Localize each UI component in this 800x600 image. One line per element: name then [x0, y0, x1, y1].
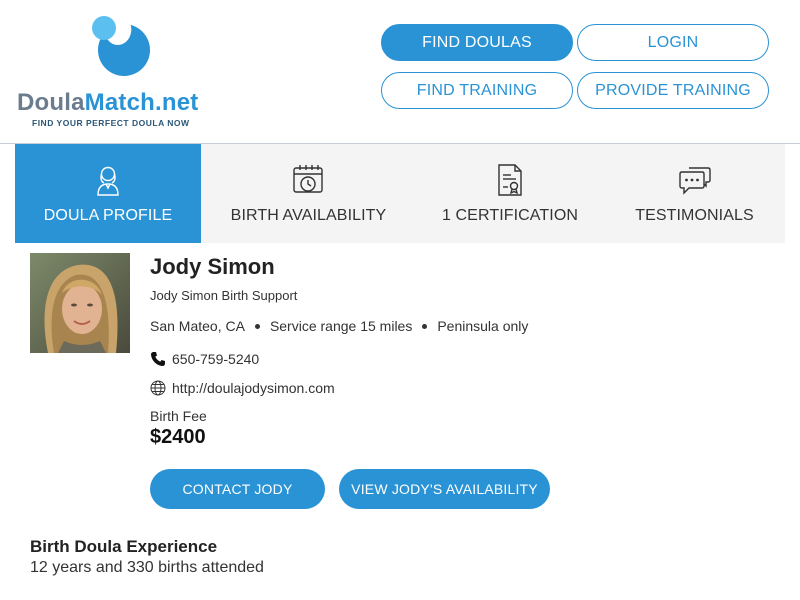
separator-dot — [422, 323, 428, 329]
separator-dot — [254, 323, 260, 329]
logo-tagline: FIND YOUR PERFECT DOULA NOW — [32, 118, 190, 128]
logo-wordmark: DoulaMatch.net — [17, 89, 198, 117]
experience-heading: Birth Doula Experience — [30, 537, 218, 556]
doula-name: Jody Simon — [150, 254, 275, 279]
find-training-button[interactable]: FIND TRAINING — [381, 72, 573, 109]
calendar-clock-icon — [292, 165, 323, 193]
login-button[interactable]: LOGIN — [577, 24, 769, 61]
birth-fee-value: $2400 — [150, 426, 206, 448]
site-logo[interactable]: DoulaMatch.net FIND YOUR PERFECT DOULA N… — [16, 10, 216, 135]
find-doulas-button[interactable]: FIND DOULAS — [381, 24, 573, 61]
contact-doula-button[interactable]: CONTACT JODY — [150, 469, 325, 509]
service-range-text: Service range 15 miles — [269, 318, 413, 334]
globe-icon — [150, 380, 166, 396]
doula-avatar — [30, 253, 130, 353]
logo-mark-icon — [92, 12, 150, 76]
location-line: San Mateo, CA Service range 15 miles Pen… — [150, 318, 528, 334]
site-header: DoulaMatch.net FIND YOUR PERFECT DOULA N… — [0, 0, 800, 144]
phone-icon — [151, 352, 165, 366]
tab-birth-availability[interactable]: BIRTH AVAILABILITY — [201, 144, 416, 243]
phone-number[interactable]: 650-759-5240 — [172, 351, 259, 367]
service-area-text: Peninsula only — [437, 318, 529, 334]
logo-wordmark-part1: Doula — [17, 89, 85, 116]
doula-photo-image — [30, 253, 130, 353]
tab-doula-profile[interactable]: DOULA PROFILE — [15, 144, 201, 243]
phone-line[interactable]: 650-759-5240 — [150, 351, 259, 367]
website-link[interactable]: http://doulajodysimon.com — [172, 380, 335, 396]
provide-training-button[interactable]: PROVIDE TRAINING — [577, 72, 769, 109]
person-icon — [97, 166, 119, 196]
tab-certification-label: 1 CERTIFICATION — [441, 207, 579, 224]
chat-bubbles-icon — [678, 167, 711, 195]
website-line[interactable]: http://doulajodysimon.com — [150, 380, 335, 396]
tab-birth-availability-label: BIRTH AVAILABILITY — [230, 207, 387, 224]
tab-certification[interactable]: 1 CERTIFICATION — [416, 144, 604, 243]
view-availability-button[interactable]: VIEW JODY'S AVAILABILITY — [339, 469, 550, 509]
birth-fee-label: Birth Fee — [150, 408, 207, 424]
tab-testimonials[interactable]: TESTIMONIALS — [604, 144, 785, 243]
location-text: San Mateo, CA — [150, 318, 245, 334]
doula-business-name: Jody Simon Birth Support — [150, 288, 298, 303]
tab-doula-profile-label: DOULA PROFILE — [43, 207, 173, 224]
tab-testimonials-label: TESTIMONIALS — [635, 207, 754, 224]
experience-value: 12 years and 330 births attended — [30, 559, 264, 576]
logo-wordmark-part2: Match.net — [84, 89, 199, 116]
certificate-icon — [498, 164, 522, 196]
profile-tabs: DOULA PROFILE BIRTH AVAILABILITY 1 CERTI… — [15, 144, 785, 243]
